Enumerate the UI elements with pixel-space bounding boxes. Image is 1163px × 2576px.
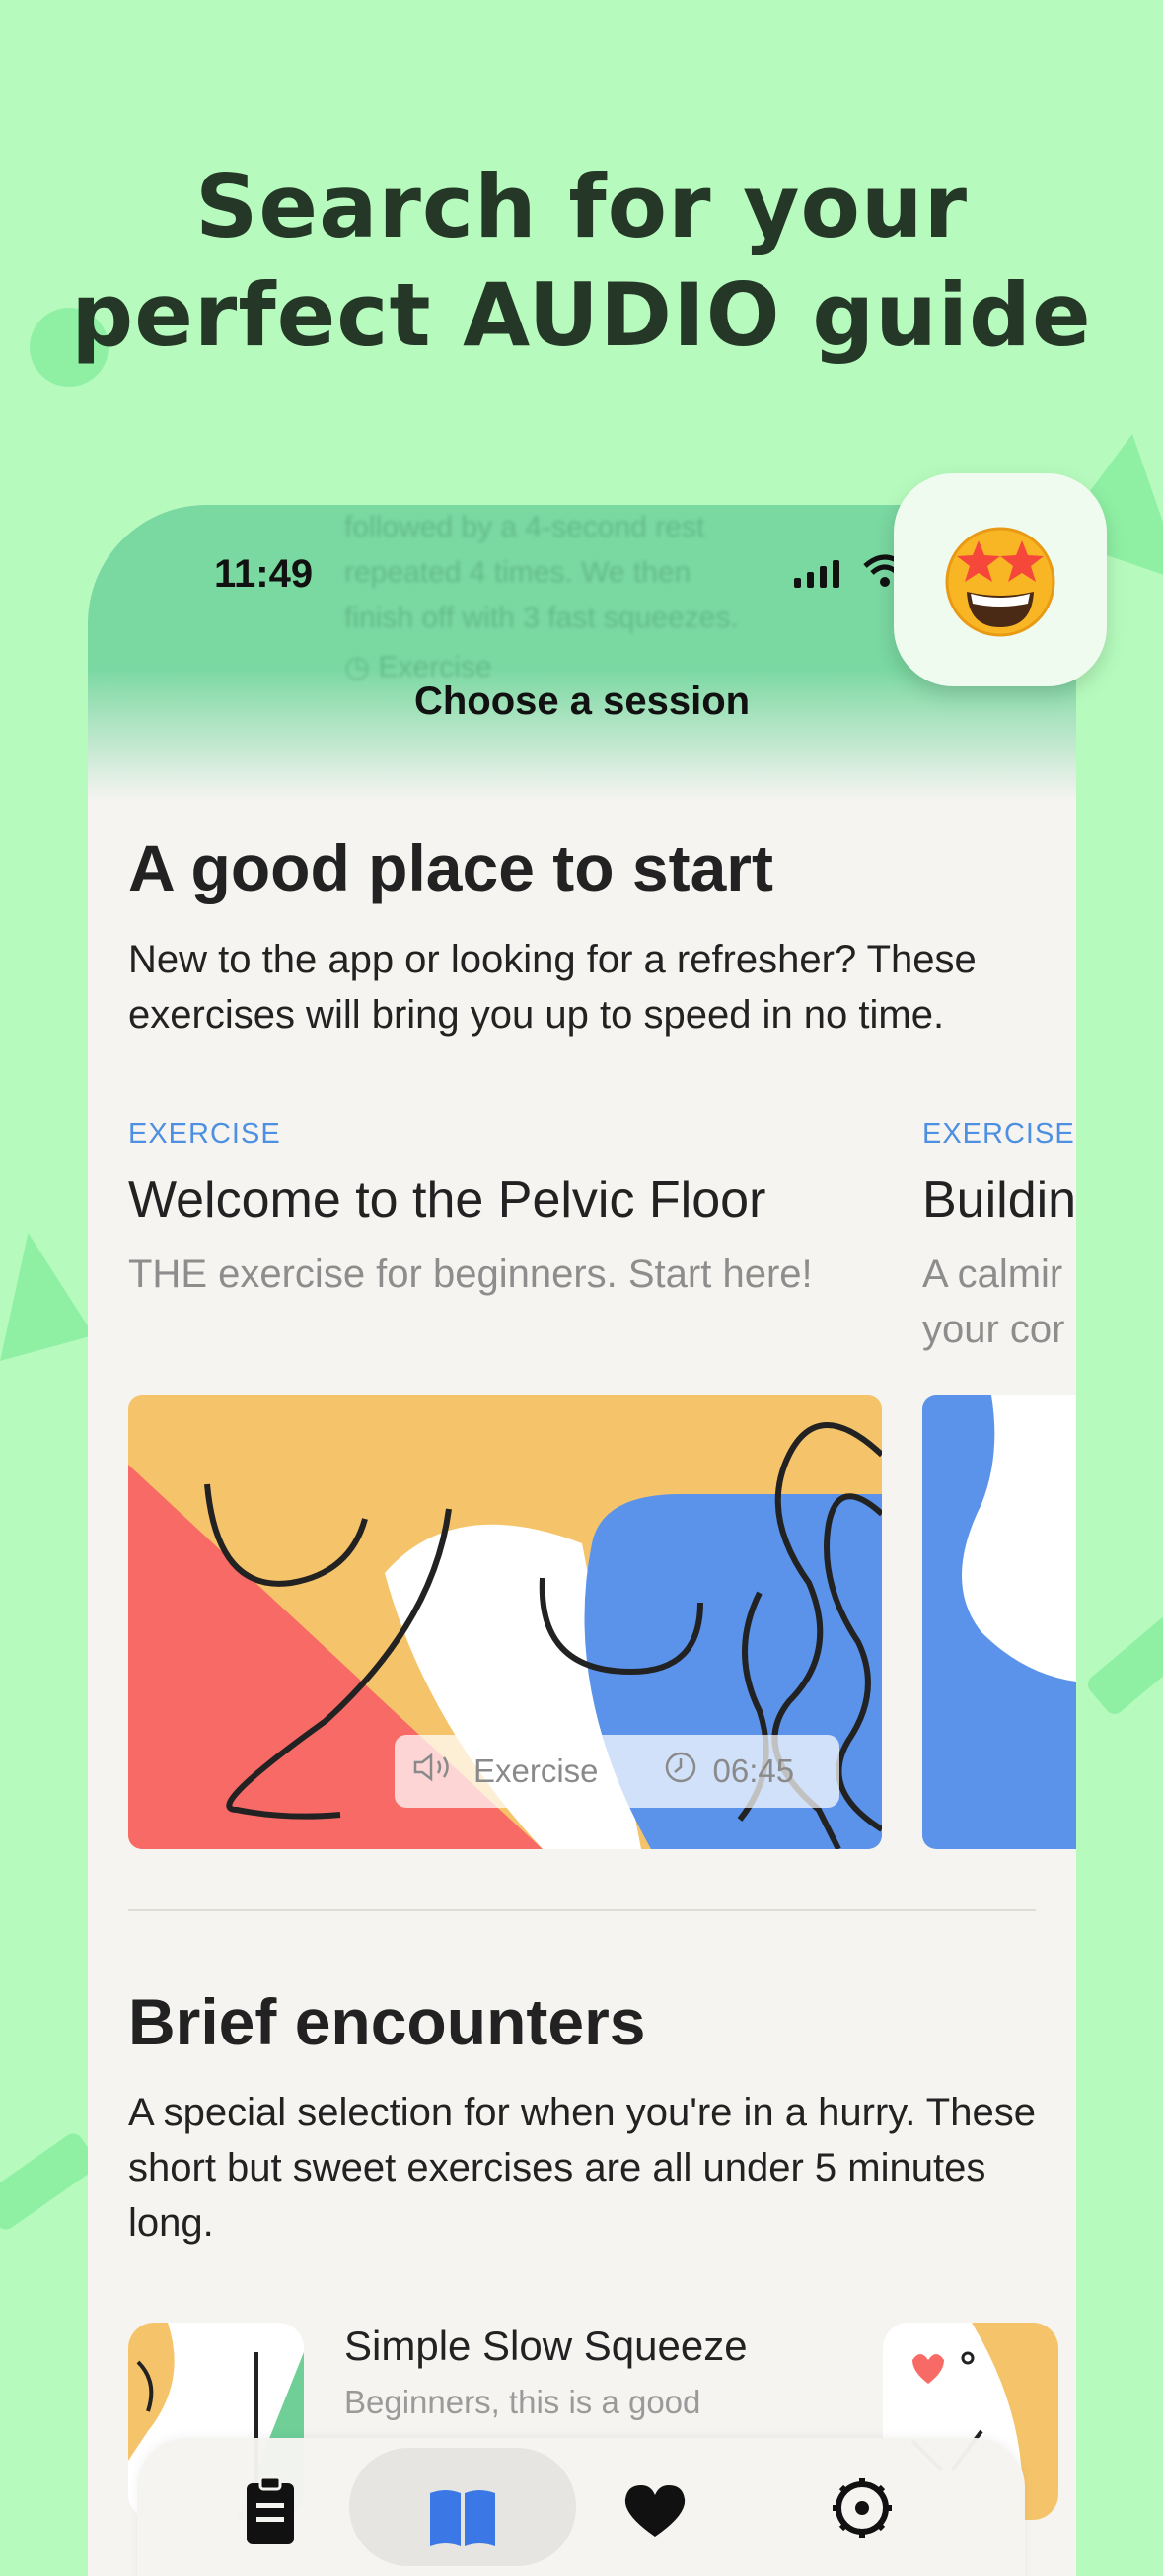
card-meta-pill: Exercise 06:45 bbox=[395, 1735, 839, 1808]
section-title: A good place to start bbox=[128, 831, 773, 904]
heart-icon bbox=[624, 2485, 686, 2537]
book-icon bbox=[430, 2490, 495, 2546]
section-title: Brief encounters bbox=[128, 1985, 646, 2058]
ghost-line: finish off with 3 fast squeezes. bbox=[344, 602, 739, 634]
card-subtitle: A calmir your cor bbox=[922, 1247, 1065, 1357]
star-struck-emoji-icon bbox=[894, 473, 1107, 686]
signal-icon bbox=[794, 560, 839, 588]
card-artwork bbox=[922, 1395, 1076, 1849]
section-divider bbox=[128, 1909, 1036, 1911]
card-tag: EXERCISE bbox=[128, 1118, 281, 1150]
tab-favorites[interactable] bbox=[542, 2448, 768, 2566]
speaker-icon bbox=[412, 1753, 456, 1790]
headline-line-2: perfect AUDIO guide bbox=[71, 264, 1092, 366]
card-title: Buildin bbox=[922, 1172, 1076, 1229]
tab-settings[interactable] bbox=[749, 2448, 976, 2566]
status-time: 11:49 bbox=[214, 552, 314, 596]
clipboard-icon bbox=[247, 2475, 294, 2544]
section-description: New to the app or looking for a refreshe… bbox=[128, 938, 977, 1037]
card-duration: 06:45 bbox=[712, 1753, 795, 1789]
card-title: Welcome to the Pelvic Floor bbox=[128, 1172, 766, 1229]
list-item-title: Simple Slow Squeeze bbox=[344, 2323, 748, 2369]
phone-screen: followed by a 4-second rest repeated 4 t… bbox=[88, 505, 1076, 2576]
marketing-headline: Search for your perfect AUDIO guide bbox=[0, 153, 1163, 370]
card-tag: EXERCISE bbox=[922, 1118, 1075, 1150]
ghost-line: followed by a 4-second rest bbox=[344, 511, 705, 543]
card-type-label: Exercise bbox=[473, 1753, 599, 1789]
ghost-line: repeated 4 times. We then bbox=[344, 556, 691, 589]
decor-triangle-left bbox=[0, 1233, 94, 1361]
list-item-subtitle: Beginners, this is a good bbox=[344, 2384, 701, 2420]
decor-stroke-right bbox=[1083, 1581, 1163, 1719]
tab-bar bbox=[137, 2438, 1025, 2576]
gear-icon bbox=[833, 2478, 892, 2538]
scrolled-ghost-content: followed by a 4-second rest repeated 4 t… bbox=[344, 505, 739, 690]
nav-title: Choose a session bbox=[413, 680, 751, 723]
card-subtitle-line: your cor bbox=[922, 1308, 1065, 1351]
headline-line-1: Search for your bbox=[195, 156, 968, 257]
card-subtitle: THE exercise for beginners. Start here! bbox=[128, 1252, 813, 1296]
section-description: A special selection for when you're in a… bbox=[128, 2091, 1036, 2245]
decor-stroke-left bbox=[0, 2129, 101, 2234]
card-subtitle-line: A calmir bbox=[922, 1252, 1063, 1296]
clock-icon bbox=[664, 1751, 697, 1792]
